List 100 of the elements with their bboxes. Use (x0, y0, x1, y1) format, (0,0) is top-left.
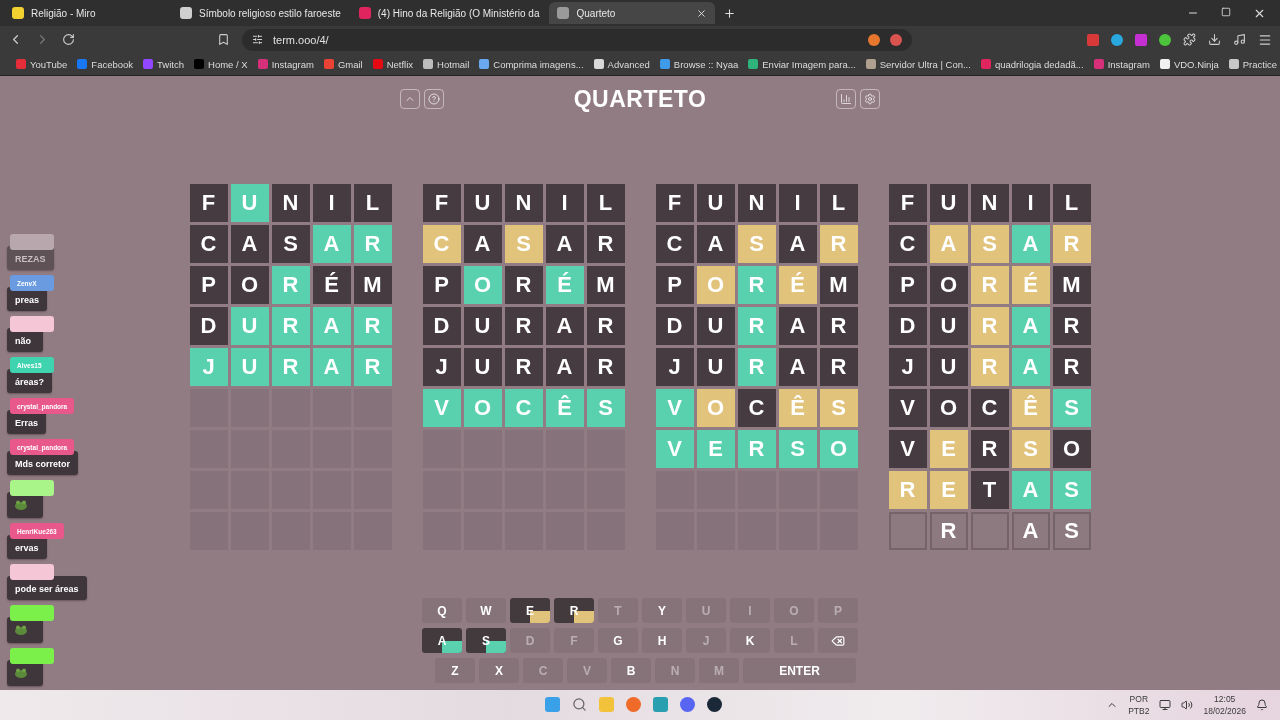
bookmark-link[interactable]: YouTube (16, 58, 68, 70)
letter-tile: S (1052, 512, 1091, 550)
letter-tile: R (888, 471, 927, 509)
letter-tile: A (778, 348, 817, 386)
letter-tile: É (778, 266, 817, 304)
settings-icon (864, 93, 876, 105)
letter-tile: C (970, 389, 1009, 427)
close-icon[interactable] (696, 7, 708, 19)
letter-tile: L (1052, 184, 1091, 222)
stats-button[interactable] (836, 89, 856, 109)
letter-tile: R (504, 307, 543, 345)
key[interactable]: B (611, 658, 651, 683)
letter-tile: V (888, 389, 927, 427)
key[interactable]: Z (435, 658, 475, 683)
letter-tile: U (696, 307, 735, 345)
bookmark-link[interactable]: Twitch (143, 58, 184, 70)
letter-tile: D (189, 307, 228, 345)
clock-time[interactable]: 12:05 (1214, 694, 1236, 704)
letter-tile: A (1011, 225, 1050, 263)
puzzle-icon[interactable] (1183, 33, 1196, 46)
bookmark-link[interactable]: VDO.Ninja (1159, 58, 1219, 70)
key[interactable]: S (466, 628, 506, 653)
key[interactable]: W (466, 598, 506, 623)
backspace-key[interactable] (818, 628, 858, 653)
reload-icon[interactable] (62, 33, 75, 46)
bookmark-link[interactable]: Instagram (1093, 58, 1150, 70)
key[interactable]: G (598, 628, 638, 653)
letter-tile: R (586, 225, 625, 263)
bookmark-link[interactable]: Enviar Imagem para... (748, 58, 856, 70)
letter-tile: L (353, 184, 392, 222)
frog-emote-icon (15, 668, 27, 678)
letter-tile: M (819, 266, 858, 304)
bookmark-link[interactable]: Home / X (194, 58, 248, 70)
layout-text[interactable]: PTB2 (1128, 706, 1150, 716)
volume-icon[interactable] (1181, 699, 1194, 711)
letter-tile: D (655, 307, 694, 345)
bookmark-link[interactable]: Comprima imagens... (479, 58, 584, 70)
bookmark-link[interactable]: Practice (1228, 58, 1278, 70)
letter-tile: U (230, 307, 269, 345)
bookmark-link[interactable]: Facebook (77, 58, 134, 70)
extension-icon[interactable] (1135, 33, 1147, 46)
extension-icon[interactable] (1159, 33, 1171, 46)
key[interactable]: Q (422, 598, 462, 623)
language-text[interactable]: POR (1129, 694, 1149, 704)
menu-icon[interactable] (1258, 32, 1272, 47)
notification-icon[interactable] (1256, 699, 1268, 711)
letter-tile: T (970, 471, 1009, 509)
browser-tab[interactable]: Religião - Miro (4, 2, 170, 24)
address-bar[interactable]: term.ooo/4/ (242, 28, 912, 51)
bookmark-link[interactable]: Instagram (257, 58, 314, 70)
letter-tile: R (353, 348, 392, 386)
letter-tile: V (422, 389, 461, 427)
bookmark-link[interactable]: Browse :: Nyaa (659, 58, 739, 70)
letter-tile: F (422, 184, 461, 222)
letter-tile: L (819, 184, 858, 222)
key[interactable]: E (510, 598, 550, 623)
new-tab-icon[interactable] (723, 6, 737, 20)
key[interactable]: K (730, 628, 770, 653)
download-icon[interactable] (1208, 33, 1221, 46)
letter-tile: A (778, 307, 817, 345)
bookmark-link[interactable]: Servidor Ultra | Con... (865, 58, 971, 70)
key[interactable]: H (642, 628, 682, 653)
letter-tile: A (545, 307, 584, 345)
bookmark-link[interactable]: Gmail (323, 58, 363, 70)
letter-tile: O (463, 266, 502, 304)
letter-tile: S (1052, 389, 1091, 427)
letter-tile: R (1052, 307, 1091, 345)
key[interactable]: R (554, 598, 594, 623)
bookmark-icon[interactable] (217, 33, 230, 46)
frog-emote-icon (15, 625, 27, 635)
music-icon[interactable] (1233, 33, 1246, 46)
letter-tile: A (312, 307, 351, 345)
site-settings-icon[interactable] (252, 34, 263, 45)
key[interactable]: X (479, 658, 519, 683)
browser-tab[interactable]: (4) Hino da Religião (O Ministério da (350, 2, 548, 24)
clock-date[interactable]: 18/02/2026 (1203, 706, 1246, 716)
letter-tile: E (929, 430, 968, 468)
letter-tile: A (1011, 307, 1050, 345)
letter-tile: É (1011, 266, 1050, 304)
key[interactable]: Y (642, 598, 682, 623)
restore-icon[interactable] (1221, 6, 1231, 17)
extension-icon[interactable] (1111, 33, 1123, 46)
bookmark-link[interactable]: quadrilogia dedadã... (980, 58, 1084, 70)
letter-tile: R (819, 225, 858, 263)
search-icon[interactable] (572, 697, 587, 712)
browser-tab[interactable]: Quarteto (549, 2, 716, 24)
letter-tile: Ê (778, 389, 817, 427)
network-icon[interactable] (1159, 699, 1172, 711)
extension-icon[interactable] (1087, 33, 1099, 46)
letter-tile: S (1052, 471, 1091, 509)
bookmark-link[interactable]: Netflix (372, 58, 414, 70)
bookmark-link[interactable]: Advanced (593, 58, 650, 70)
letter-tile: E (696, 430, 735, 468)
enter-key[interactable]: ENTER (743, 658, 856, 683)
game-title: QUARTETO (573, 85, 707, 113)
letter-tile: P (888, 266, 927, 304)
bookmark-link[interactable]: Hotmail (423, 58, 470, 70)
browser-tab[interactable]: Símbolo religioso estilo faroeste (172, 2, 349, 24)
key[interactable]: A (422, 628, 462, 653)
letter-tile: C (189, 225, 228, 263)
